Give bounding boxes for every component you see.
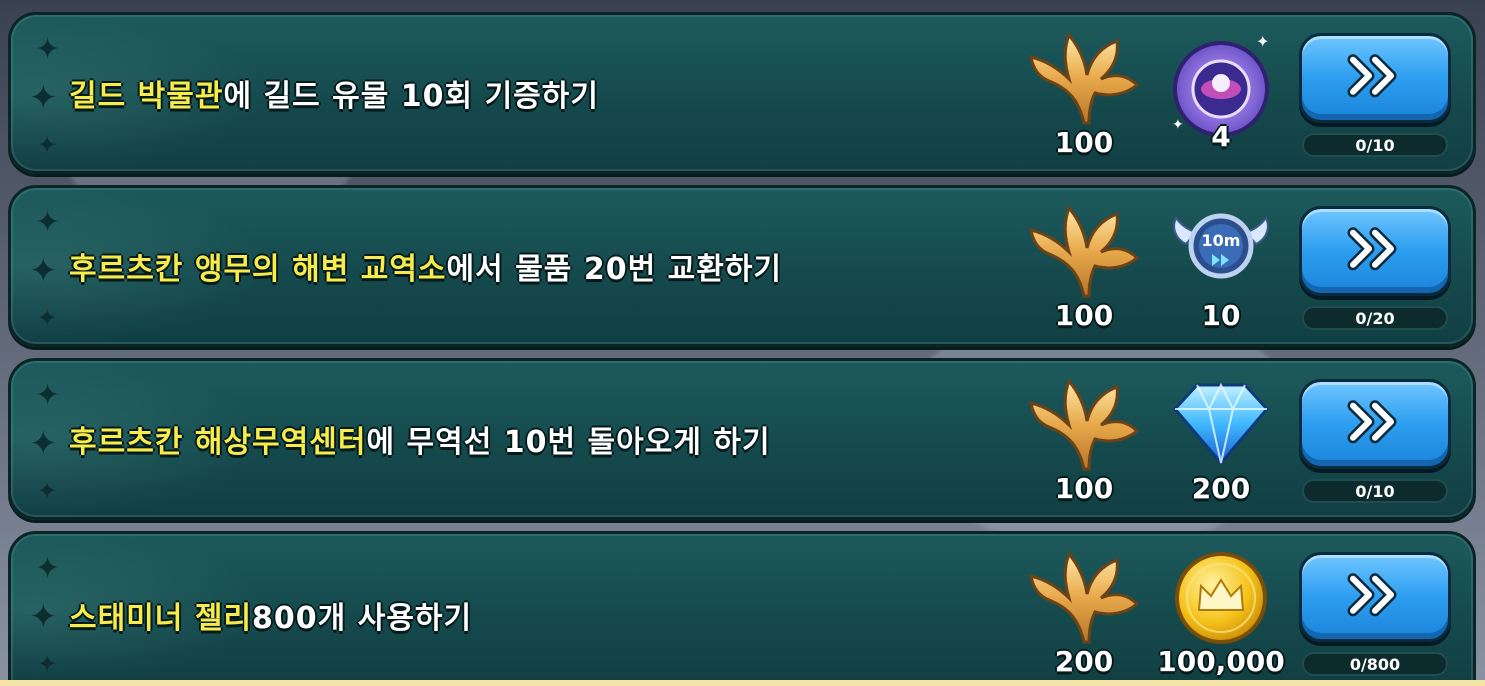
mission-title-highlight: 길드 박물관 — [69, 79, 224, 114]
go-button[interactable] — [1299, 552, 1451, 642]
mission-row-1: ✦ ✦ ✦ 길드 박물관에 길드 유물 10회 기증하기 100 ✦ ✦ 4 — [8, 12, 1476, 174]
speedup-10m-icon: 10m — [1173, 213, 1269, 279]
golden-leaf-icon — [1029, 32, 1139, 125]
mission-row-3: ✦ ✦ ✦ 후르츠칸 해상무역센터 에 무역선 10번 돌아오게 하기 100 2… — [8, 358, 1476, 520]
reward-secondary: ✦ ✦ 4 — [1161, 29, 1281, 159]
mission-title-rest: 에 무역선 10번 돌아오게 하기 — [366, 425, 771, 460]
double-chevron-right-icon — [1347, 573, 1397, 617]
mission-row-2: ✦ ✦ ✦ 후르츠칸 앵무의 해변 교역소 에서 물품 20번 교환하기 100 … — [8, 185, 1476, 347]
double-chevron-right-icon — [1347, 400, 1397, 444]
gold-coin-icon — [1175, 552, 1267, 644]
sparkle-icon: ✦ — [35, 551, 61, 586]
sparkle-icon: ✦ — [37, 131, 58, 159]
double-chevron-right-icon — [1347, 54, 1397, 98]
reward-amount: 4 — [1211, 120, 1231, 153]
golden-leaf-icon — [1029, 205, 1139, 298]
golden-leaf-icon — [1029, 378, 1139, 471]
sparkle-icon: ✦ — [35, 32, 61, 67]
double-chevron-right-icon — [1347, 227, 1397, 271]
sparkle-icon: ✦ — [35, 205, 61, 240]
sparkle-icon: ✦ — [29, 78, 58, 118]
reward-secondary: 10m 10 — [1161, 202, 1281, 332]
sparkle-icon: ✦ — [37, 650, 58, 678]
sparkle-icon: ✦ — [29, 251, 58, 291]
sparkle-icon: ✦ — [37, 304, 58, 332]
mission-title-highlight: 후르츠칸 해상무역센터 — [69, 425, 367, 460]
mission-title-highlight: 후르츠칸 앵무의 해변 교역소 — [69, 252, 447, 287]
reward-amount: 200 — [1191, 472, 1251, 505]
go-button[interactable] — [1299, 33, 1451, 123]
mission-title-rest: 에서 물품 20번 교환하기 — [446, 252, 783, 287]
mission-title-rest: 에 길드 유물 10회 기증하기 — [223, 79, 599, 114]
sparkle-icon: ✦ — [29, 424, 58, 464]
progress-counter: 0/20 — [1302, 306, 1448, 330]
reward-secondary: 200 — [1161, 375, 1281, 505]
sparkle-icon: ✦ — [35, 378, 61, 413]
go-button[interactable] — [1299, 206, 1451, 296]
sparkle-icon: ✦ — [29, 597, 58, 637]
bottom-strip — [0, 680, 1485, 686]
speedup-label: 10m — [1202, 231, 1241, 250]
progress-counter: 0/10 — [1302, 479, 1448, 503]
svg-text:✦: ✦ — [1256, 32, 1269, 51]
crystal-gem-icon — [1172, 382, 1270, 466]
golden-leaf-icon — [1029, 551, 1139, 644]
sparkle-icon: ✦ — [37, 477, 58, 505]
mission-row-4: ✦ ✦ ✦ 스태미너 젤리 800개 사용하기 200 100,000 0/80… — [8, 531, 1476, 686]
progress-counter: 0/800 — [1302, 652, 1448, 676]
reward-amount: 10 — [1201, 299, 1241, 332]
mission-title: 후르츠칸 앵무의 해변 교역소 에서 물품 20번 교환하기 — [69, 188, 782, 344]
mission-title: 스태미너 젤리 800개 사용하기 — [69, 534, 473, 683]
mission-title-highlight: 스태미너 젤리 — [69, 601, 253, 636]
mission-title: 후르츠칸 해상무역센터 에 무역선 10번 돌아오게 하기 — [69, 361, 771, 517]
mission-title-rest: 800개 사용하기 — [252, 601, 473, 636]
go-button[interactable] — [1299, 379, 1451, 469]
reward-amount: 100,000 — [1157, 645, 1285, 678]
progress-counter: 0/10 — [1302, 133, 1448, 157]
reward-secondary: 100,000 — [1157, 548, 1285, 678]
mission-title: 길드 박물관 에 길드 유물 10회 기증하기 — [69, 15, 599, 171]
